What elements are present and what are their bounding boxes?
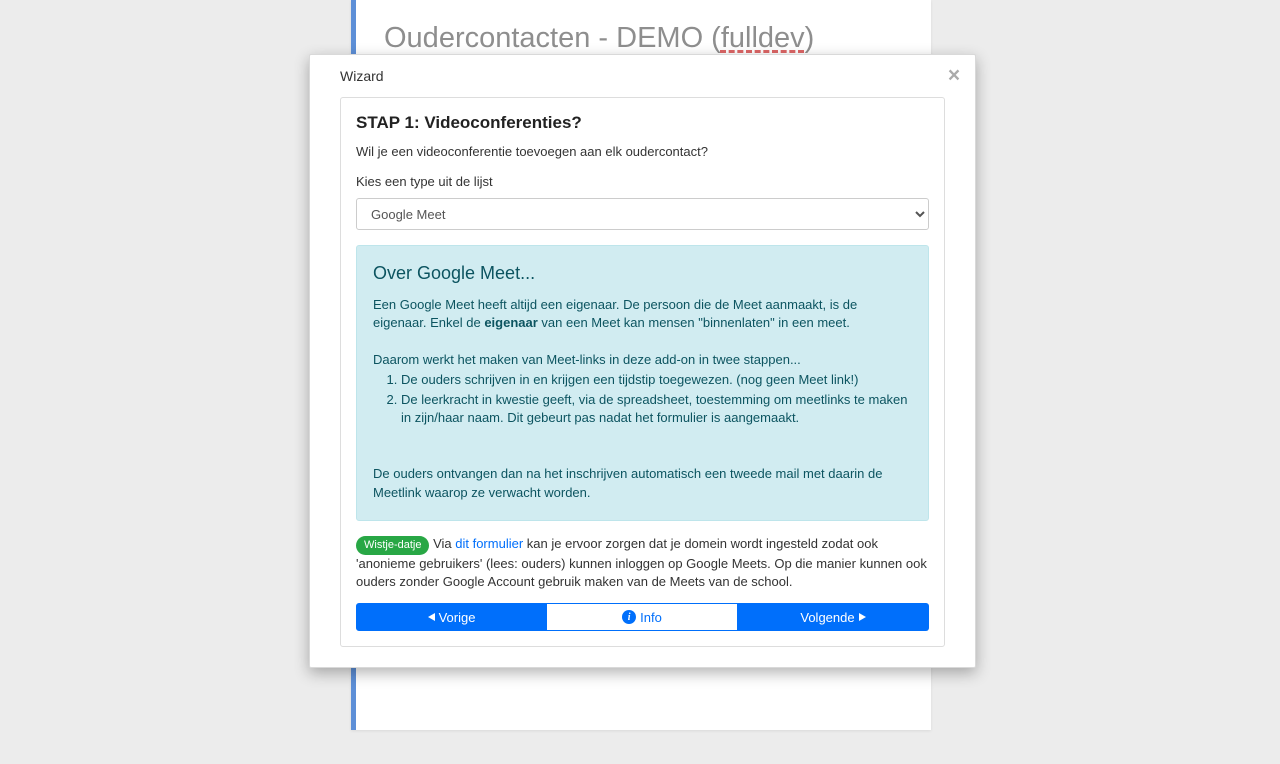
- tip-t1: Via: [429, 536, 455, 551]
- tip-row: Wistje-datje Via dit formulier kan je er…: [356, 535, 929, 592]
- info-step-2: De leerkracht in kwestie geeft, via de s…: [401, 391, 912, 427]
- info-paragraph-3: De ouders ontvangen dan na het inschrijv…: [373, 465, 912, 501]
- info-paragraph-2: Daarom werkt het maken van Meet-links in…: [373, 351, 912, 369]
- info-title: Over Google Meet...: [373, 261, 912, 286]
- modal-header: Wizard ×: [310, 55, 975, 97]
- step-title: STAP 1: Videoconferenties?: [356, 113, 929, 133]
- button-row: Vorige i Info Volgende: [341, 603, 944, 646]
- wizard-modal: Wizard × STAP 1: Videoconferenties? Wil …: [309, 54, 976, 668]
- info-box: Over Google Meet... Een Google Meet heef…: [356, 245, 929, 521]
- info-button-label: Info: [640, 610, 662, 625]
- arrow-right-icon: [859, 613, 866, 621]
- page-title-suffix: ): [805, 22, 815, 54]
- arrow-left-icon: [428, 613, 435, 621]
- video-type-select[interactable]: Google Meet: [356, 198, 929, 230]
- next-button[interactable]: Volgende: [738, 603, 929, 631]
- page-title-link: fulldev: [721, 22, 805, 54]
- close-icon: ×: [948, 64, 960, 87]
- info-step-1: De ouders schrijven in en krijgen een ti…: [401, 371, 912, 389]
- info-button[interactable]: i Info: [547, 603, 738, 631]
- page-title: Oudercontacten - DEMO (fulldev): [384, 22, 903, 55]
- modal-body: STAP 1: Videoconferenties? Wil je een vi…: [310, 97, 975, 667]
- next-button-label: Volgende: [800, 610, 854, 625]
- page-title-prefix: Oudercontacten - DEMO (: [384, 22, 721, 54]
- info-steps-list: De ouders schrijven in en krijgen een ti…: [373, 371, 912, 428]
- prev-button-label: Vorige: [439, 610, 476, 625]
- step-question: Wil je een videoconferentie toevoegen aa…: [356, 144, 929, 159]
- close-button[interactable]: ×: [942, 63, 966, 87]
- info-icon: i: [622, 610, 636, 624]
- tip-badge: Wistje-datje: [356, 536, 429, 555]
- card-content: STAP 1: Videoconferenties? Wil je een vi…: [341, 98, 944, 591]
- prev-button[interactable]: Vorige: [356, 603, 547, 631]
- info-p1-bold: eigenaar: [484, 315, 537, 330]
- select-label: Kies een type uit de lijst: [356, 174, 929, 189]
- wizard-card: STAP 1: Videoconferenties? Wil je een vi…: [340, 97, 945, 647]
- tip-link[interactable]: dit formulier: [455, 536, 523, 551]
- modal-title: Wizard: [340, 68, 384, 84]
- info-paragraph-1: Een Google Meet heeft altijd een eigenaa…: [373, 296, 912, 332]
- info-p1c: van een Meet kan mensen "binnenlaten" in…: [538, 315, 850, 330]
